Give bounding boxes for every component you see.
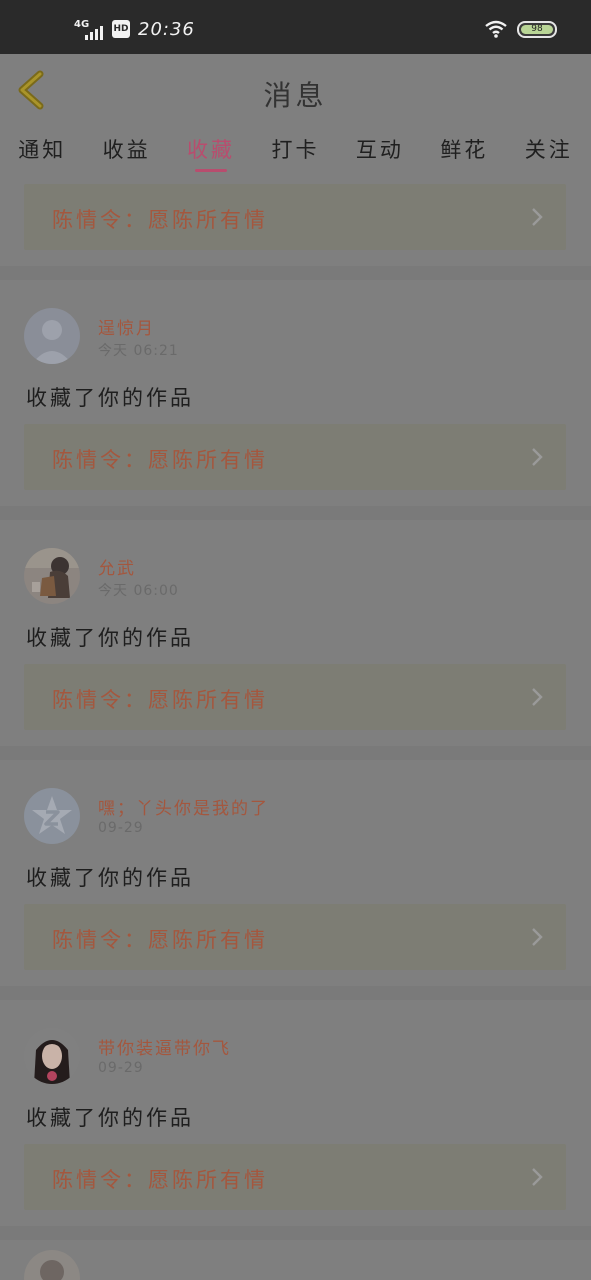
tab-label: 通知	[18, 138, 67, 162]
active-tab-indicator	[195, 169, 228, 172]
timestamp: 今天 06:00	[98, 583, 179, 599]
tab-label: 关注	[524, 138, 573, 162]
divider	[0, 506, 591, 520]
list-item: 带你装逼带你飞 09-29 收藏了你的作品 陈情令：愿陈所有情	[0, 1000, 591, 1226]
photo-avatar-icon[interactable]	[24, 548, 80, 604]
work-title: 陈情令：愿陈所有情	[52, 208, 268, 232]
action-text: 收藏了你的作品	[26, 1106, 194, 1130]
battery-level: 98	[531, 24, 543, 34]
timestamp: 09-29	[98, 1060, 144, 1076]
tab-earnings[interactable]: 收益	[84, 128, 168, 180]
action-text: 收藏了你的作品	[26, 866, 194, 890]
tab-notifications[interactable]: 通知	[0, 128, 84, 180]
girl-avatar-icon[interactable]	[24, 1028, 80, 1084]
timestamp: 今天 06:21	[98, 343, 179, 359]
timestamp: 09-29	[98, 820, 144, 836]
work-link[interactable]: 陈情令：愿陈所有情	[24, 664, 566, 730]
divider	[0, 986, 591, 1000]
tab-label: 鲜花	[440, 138, 489, 162]
work-link[interactable]: 陈情令：愿陈所有情	[24, 1144, 566, 1210]
wifi-icon	[485, 20, 507, 38]
hd-icon: HD	[112, 20, 130, 38]
z-logo-avatar-icon[interactable]	[24, 788, 80, 844]
chevron-right-icon	[532, 448, 543, 466]
tab-checkin[interactable]: 打卡	[253, 128, 337, 180]
tab-favorites[interactable]: 收藏	[169, 128, 253, 180]
cellular-signal-icon: 4G	[74, 16, 104, 42]
action-text: 收藏了你的作品	[26, 626, 194, 650]
list-item: 嘿；丫头你是我的了 09-29 收藏了你的作品 陈情令：愿陈所有情	[0, 760, 591, 986]
battery-icon: 98	[517, 20, 557, 38]
work-title: 陈情令：愿陈所有情	[52, 1168, 268, 1192]
status-right: 98	[485, 20, 557, 38]
list-item	[0, 1240, 591, 1280]
list-item: 允武 今天 06:00 收藏了你的作品 陈情令：愿陈所有情	[0, 520, 591, 746]
work-link[interactable]: 陈情令：愿陈所有情	[24, 184, 566, 250]
chevron-right-icon	[532, 688, 543, 706]
tab-flowers[interactable]: 鲜花	[422, 128, 506, 180]
status-left: 4G HD 20:36	[74, 16, 195, 42]
header: 消息	[0, 54, 591, 128]
tab-label: 收藏	[187, 138, 236, 162]
work-title: 陈情令：愿陈所有情	[52, 928, 268, 952]
work-title: 陈情令：愿陈所有情	[52, 448, 268, 472]
network-type: 4G	[74, 19, 90, 30]
divider	[0, 266, 591, 280]
work-link[interactable]: 陈情令：愿陈所有情	[24, 424, 566, 490]
page-title: 消息	[263, 79, 328, 112]
status-bar: 4G HD 20:36 98	[0, 0, 591, 54]
work-title: 陈情令：愿陈所有情	[52, 688, 268, 712]
tab-label: 打卡	[271, 138, 320, 162]
list-item: 逞惊月 今天 06:21 收藏了你的作品 陈情令：愿陈所有情	[0, 280, 591, 506]
default-avatar-icon[interactable]	[24, 308, 80, 364]
username[interactable]: 嘿；丫头你是我的了	[98, 794, 269, 819]
action-text: 收藏了你的作品	[26, 386, 194, 410]
work-link[interactable]: 陈情令：愿陈所有情	[24, 904, 566, 970]
chevron-right-icon	[532, 208, 543, 226]
tab-interaction[interactable]: 互动	[338, 128, 422, 180]
tab-label: 收益	[102, 138, 151, 162]
divider	[0, 746, 591, 760]
username[interactable]: 逞惊月	[98, 314, 155, 339]
message-list: 陈情令：愿陈所有情 逞惊月 今天 06:21 收藏了你的作品 陈情令：愿陈所有情	[0, 180, 591, 1280]
chevron-right-icon	[532, 928, 543, 946]
tab-following[interactable]: 关注	[507, 128, 591, 180]
tab-bar: 通知 收益 收藏 打卡 互动 鲜花 关注	[0, 128, 591, 180]
chevron-right-icon	[532, 1168, 543, 1186]
username[interactable]: 带你装逼带你飞	[98, 1034, 231, 1059]
username[interactable]: 允武	[98, 554, 136, 579]
status-time: 20:36	[138, 18, 195, 40]
avatar[interactable]	[24, 1250, 80, 1280]
tab-label: 互动	[355, 138, 404, 162]
divider	[0, 1226, 591, 1240]
list-item: 陈情令：愿陈所有情	[0, 180, 591, 266]
